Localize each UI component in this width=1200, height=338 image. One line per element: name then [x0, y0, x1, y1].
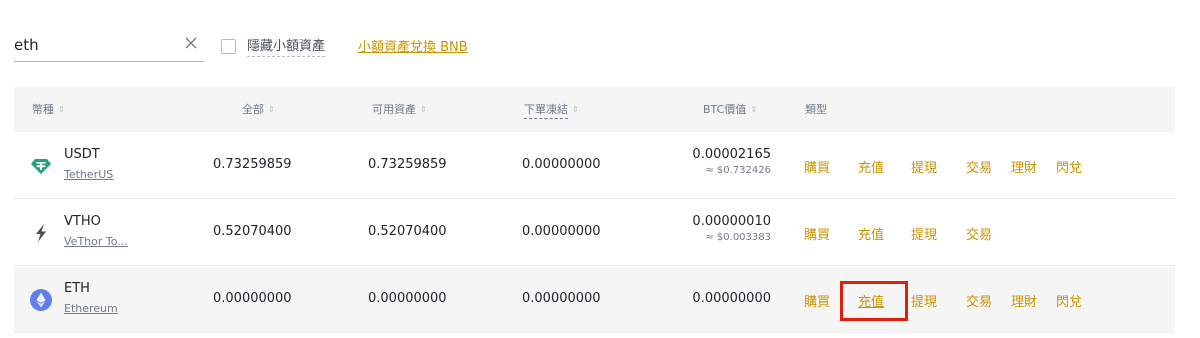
- available-value: 0.73259859: [368, 157, 447, 172]
- buy-link[interactable]: 購買: [804, 291, 830, 310]
- convert-link[interactable]: 閃兌: [1056, 157, 1082, 176]
- btc-value-cell: 0.00002165 ≈ $0.732426: [692, 133, 771, 176]
- ethereum-icon: [30, 289, 52, 311]
- header-type: 類型: [805, 103, 827, 116]
- usd-value: ≈ $0.732426: [705, 165, 771, 176]
- buy-link[interactable]: 購買: [804, 157, 830, 176]
- coin-symbol: ETH: [64, 281, 90, 296]
- header-in-order[interactable]: 下單凍結 ⇕: [524, 87, 579, 132]
- usd-value: ≈ $0.003383: [705, 232, 771, 243]
- coin-name-link[interactable]: Ethereum: [64, 302, 118, 315]
- in-order-value: 0.00000000: [522, 224, 601, 239]
- table-header: 幣種 ⇕ 全部 ⇕ 可用資產 ⇕ 下單凍結 ⇕ BTC價值 ⇕ 類型: [14, 87, 1175, 132]
- highlight-box: [840, 281, 908, 321]
- in-order-value: 0.00000000: [522, 291, 601, 306]
- total-value: 0.00000000: [213, 291, 292, 306]
- header-btc-value[interactable]: BTC價值 ⇕: [703, 87, 757, 132]
- coin-symbol: VTHO: [64, 214, 101, 229]
- table-row: USDT TetherUS 0.73259859 0.73259859 0.00…: [14, 133, 1175, 199]
- convert-link[interactable]: 閃兌: [1056, 291, 1082, 310]
- coin-symbol: USDT: [64, 147, 100, 162]
- sort-icon[interactable]: ⇕: [268, 106, 275, 114]
- coin-name-link[interactable]: TetherUS: [64, 168, 113, 181]
- deposit-link[interactable]: 充值: [858, 224, 884, 243]
- trade-link[interactable]: 交易: [966, 291, 992, 310]
- hide-small-balances-toggle[interactable]: 隱藏小額資產: [221, 35, 326, 57]
- btc-value: 0.00000010: [692, 214, 771, 229]
- tether-icon: [31, 159, 51, 174]
- header-available[interactable]: 可用資產 ⇕: [372, 87, 427, 132]
- btc-value-cell: 0.00000010 ≈ $0.003383: [692, 200, 771, 243]
- total-value: 0.52070400: [213, 224, 292, 239]
- sort-icon[interactable]: ⇕: [572, 106, 579, 114]
- available-value: 0.52070400: [368, 224, 447, 239]
- withdraw-link[interactable]: 提現: [911, 291, 937, 310]
- btc-value-cell: 0.00000000: [692, 267, 771, 306]
- table-row: VTHO VeThor To... 0.52070400 0.52070400 …: [14, 200, 1175, 266]
- earn-link[interactable]: 理財: [1011, 291, 1037, 310]
- close-icon[interactable]: [184, 36, 198, 50]
- hide-small-label: 隱藏小額資產: [247, 35, 326, 57]
- header-total[interactable]: 全部 ⇕: [242, 87, 275, 132]
- trade-link[interactable]: 交易: [966, 157, 992, 176]
- lightning-icon: [36, 224, 46, 242]
- btc-value: 0.00002165: [692, 147, 771, 162]
- withdraw-link[interactable]: 提現: [911, 157, 937, 176]
- in-order-value: 0.00000000: [522, 157, 601, 172]
- btc-value: 0.00000000: [692, 291, 771, 306]
- sort-icon[interactable]: ⇕: [750, 106, 757, 114]
- header-coin[interactable]: 幣種 ⇕: [32, 87, 65, 132]
- search-input[interactable]: [14, 34, 174, 56]
- earn-link[interactable]: 理財: [1011, 157, 1037, 176]
- withdraw-link[interactable]: 提現: [911, 224, 937, 243]
- trade-link[interactable]: 交易: [966, 224, 992, 243]
- table-row: ETH Ethereum 0.00000000 0.00000000 0.000…: [14, 267, 1175, 333]
- deposit-link[interactable]: 充值: [858, 157, 884, 176]
- convert-small-assets-link[interactable]: 小額資產兌換 BNB: [358, 36, 468, 55]
- total-value: 0.73259859: [213, 157, 292, 172]
- buy-link[interactable]: 購買: [804, 224, 830, 243]
- sort-icon[interactable]: ⇕: [58, 106, 65, 114]
- hide-small-checkbox[interactable]: [221, 38, 236, 54]
- sort-icon[interactable]: ⇕: [420, 106, 427, 114]
- search-box[interactable]: [14, 28, 204, 62]
- coin-name-link[interactable]: VeThor To...: [64, 235, 128, 248]
- available-value: 0.00000000: [368, 291, 447, 306]
